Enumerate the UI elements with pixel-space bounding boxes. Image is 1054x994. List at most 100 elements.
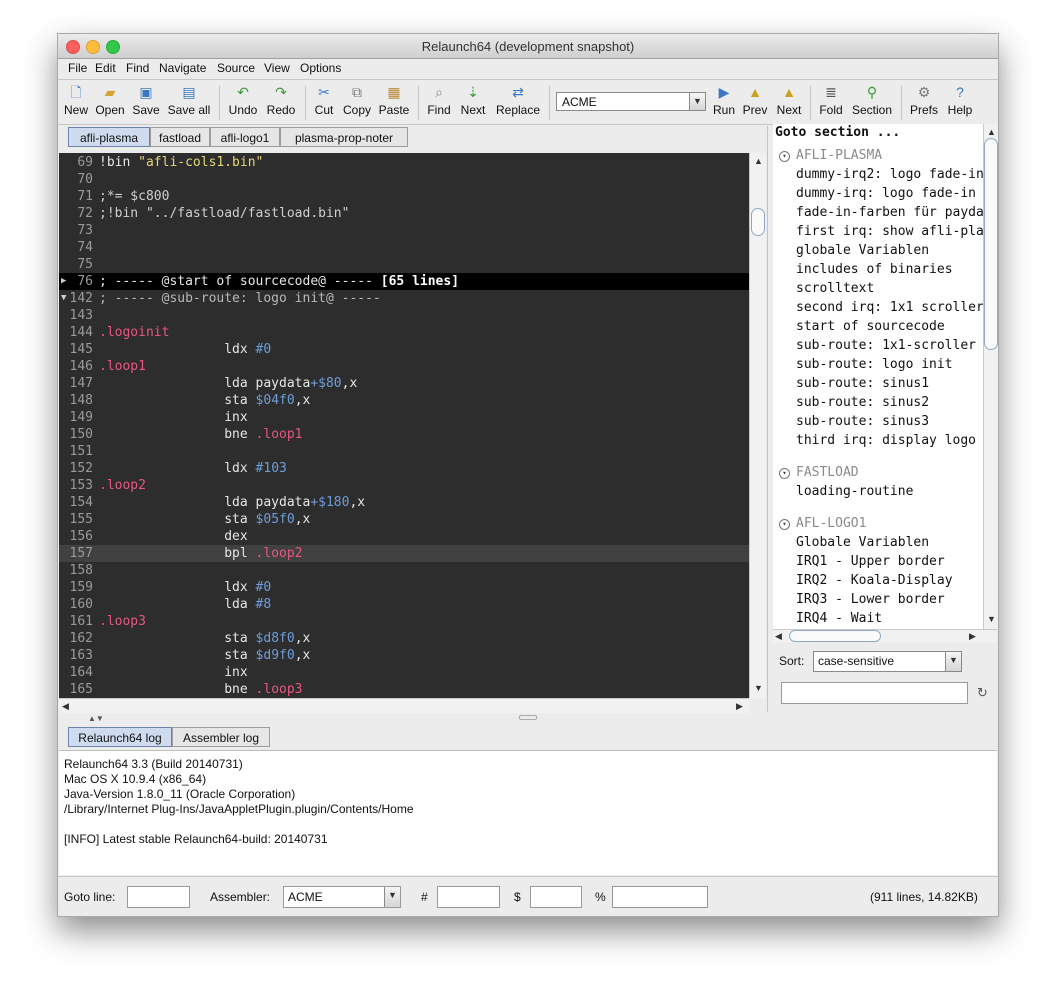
scroll-right-icon[interactable]: ▶ [969,631,976,642]
goto-section-item[interactable]: IRQ1 - Upper border [796,554,945,569]
code-line[interactable]: 143 [59,307,749,324]
code-line[interactable]: ▼ 142; ----- @sub-route: logo init@ ----- [59,290,749,307]
next-error-button[interactable]: ▲ Next [773,81,805,123]
code-line[interactable]: 145 ldx #0 [59,341,749,358]
code-line[interactable]: 70 [59,171,749,188]
status-assembler-select[interactable]: ACME ▼ [283,886,401,908]
goto-section-item[interactable]: IRQ4 - Wait [796,611,882,626]
code-line[interactable]: 161 .loop3 [59,613,749,630]
menu-options[interactable]: Options [300,61,341,75]
undo-button[interactable]: ↶ Undo [226,81,260,123]
open-button[interactable]: ▰ Open [92,81,128,123]
code-line[interactable]: 157 bpl .loop2 [59,545,749,562]
goto-group-header[interactable]: ▾ FASTLOAD [779,465,859,480]
code-line[interactable]: 163 sta $d9f0,x [59,647,749,664]
code-line[interactable]: 159 ldx #0 [59,579,749,596]
goto-section-item[interactable]: sub-route: 1x1-scroller [796,338,976,353]
section-filter-input[interactable] [781,682,968,704]
redo-button[interactable]: ↷ Redo [264,81,298,123]
goto-section-item[interactable]: start of sourcecode [796,319,945,334]
code-line[interactable]: 147 lda paydata+$80,x [59,375,749,392]
decimal-input[interactable] [437,886,500,908]
cut-button[interactable]: ✂ Cut [311,81,337,123]
replace-button[interactable]: ⇄ Replace [493,81,543,123]
scroll-left-icon[interactable]: ◀ [62,701,69,712]
scroll-down-icon[interactable]: ▼ [754,683,763,693]
goto-section-item[interactable]: globale Variablen [796,243,929,258]
fold-button[interactable]: ≣ Fold [817,81,845,123]
menu-navigate[interactable]: Navigate [159,61,206,75]
code-line[interactable]: 152 ldx #103 [59,460,749,477]
code-line[interactable]: 146 .loop1 [59,358,749,375]
goto-section-item[interactable]: fade-in-farben für payda [796,205,983,220]
help-button[interactable]: ? Help [945,81,975,123]
find-next-button[interactable]: ⇣ Next [458,81,488,123]
code-line[interactable]: 150 bne .loop1 [59,426,749,443]
editor-scroll-thumb[interactable] [751,208,765,236]
menu-find[interactable]: Find [126,61,149,75]
editor-horizontal-scrollbar[interactable]: ◀ ▶ [59,698,749,713]
goto-section-item[interactable]: sub-route: sinus3 [796,414,929,429]
goto-section-item[interactable]: scrolltext [796,281,874,296]
menu-file[interactable]: File [68,61,87,75]
goto-section-item[interactable]: second irq: 1x1 scroller [796,300,983,315]
code-line[interactable]: 149 inx [59,409,749,426]
code-line[interactable]: 153 .loop2 [59,477,749,494]
goto-section-item[interactable]: third irq: display logo [796,433,976,448]
code-line[interactable]: 156 dex [59,528,749,545]
group-toggle-icon[interactable]: ▾ [779,151,790,162]
section-button[interactable]: ⚲ Section [850,81,894,123]
code-line[interactable]: 164 inx [59,664,749,681]
prev-error-button[interactable]: ▲ Prev [740,81,770,123]
scroll-up-icon[interactable]: ▲ [754,156,763,166]
code-line[interactable]: 165 bne .loop3 [59,681,749,698]
code-line[interactable]: 158 [59,562,749,579]
code-line[interactable]: ▶ 76; ----- @start of sourcecode@ ----- [… [59,273,749,290]
scroll-up-icon[interactable]: ▲ [987,127,996,137]
scroll-left-icon[interactable]: ◀ [775,631,782,642]
new-button[interactable]: 🗋 New [61,81,91,123]
goto-horizontal-scrollbar[interactable]: ◀ ▶ [773,629,997,642]
code-line[interactable]: 151 [59,443,749,460]
save-all-button[interactable]: ▤ Save all [165,81,213,123]
code-line[interactable]: 75 [59,256,749,273]
goto-scroll-thumb[interactable] [984,138,998,350]
menu-source[interactable]: Source [217,61,255,75]
goto-vertical-scrollbar[interactable]: ▲ ▼ [983,124,998,630]
code-line[interactable]: 155 sta $05f0,x [59,511,749,528]
split-handle[interactable] [519,715,537,720]
code-line[interactable]: 144 .logoinit [59,324,749,341]
split-divider-handle-icon[interactable]: ▲▼ [88,714,104,723]
editor-vertical-scrollbar[interactable]: ▲ ▼ [749,153,766,698]
code-line[interactable]: 160 lda #8 [59,596,749,613]
tab-fastload[interactable]: fastload [150,127,210,147]
refresh-icon[interactable]: ↻ [977,685,988,701]
tab-afli-plasma[interactable]: afli-plasma [68,127,150,147]
code-line[interactable]: 148 sta $04f0,x [59,392,749,409]
scroll-down-icon[interactable]: ▼ [987,614,996,624]
tab-assembler-log[interactable]: Assembler log [172,727,270,747]
menu-view[interactable]: View [264,61,290,75]
pane-divider[interactable] [767,126,772,712]
code-editor[interactable]: 69 !bin "afli-cols1.bin" 70 71 ;*= $c800 72;!… [59,153,749,698]
run-button[interactable]: ▶ Run [710,81,738,123]
scroll-right-icon[interactable]: ▶ [736,701,743,712]
assembler-select[interactable]: ACME ▼ [556,92,706,111]
code-line[interactable]: 69 !bin "afli-cols1.bin" [59,154,749,171]
code-line[interactable]: 154 lda paydata+$180,x [59,494,749,511]
code-line[interactable]: 74 [59,239,749,256]
binary-input[interactable] [612,886,708,908]
code-line[interactable]: 73 [59,222,749,239]
goto-section-item[interactable]: loading-routine [796,484,913,499]
goto-section-item[interactable]: IRQ2 - Koala-Display [796,573,953,588]
code-line[interactable]: 72 ;!bin "../fastload/fastload.bin" [59,205,749,222]
group-toggle-icon[interactable]: ▾ [779,519,790,530]
goto-section-item[interactable]: sub-route: sinus1 [796,376,929,391]
sort-select[interactable]: case-sensitive ▼ [813,651,962,672]
goto-section-item[interactable]: dummy-irq: logo fade-in [796,186,976,201]
group-toggle-icon[interactable]: ▾ [779,468,790,479]
goto-section-item[interactable]: first irq: show afli-pla [796,224,983,239]
goto-section-item[interactable]: dummy-irq2: logo fade-in [796,167,983,182]
save-button[interactable]: ▣ Save [131,81,161,123]
find-button[interactable]: ⌕ Find [425,81,453,123]
